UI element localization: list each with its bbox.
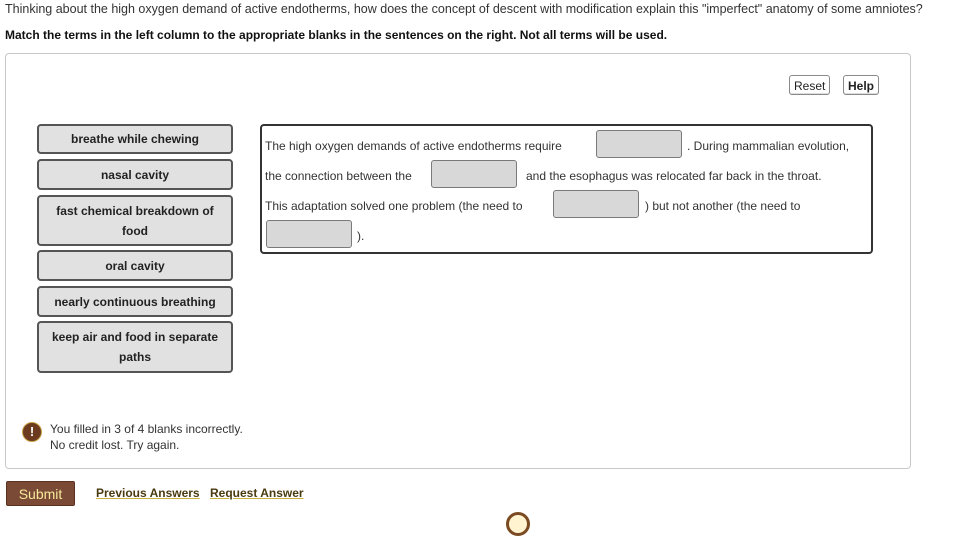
- blank-3[interactable]: [553, 190, 639, 218]
- help-button[interactable]: Help: [843, 75, 880, 95]
- previous-answers-link[interactable]: Previous Answers: [96, 486, 200, 500]
- sentence-text: and the esophagus was relocated far back…: [526, 169, 822, 183]
- blank-1[interactable]: [596, 130, 682, 158]
- sentence-text: the connection between the: [265, 169, 412, 183]
- instructions-text: Match the terms in the left column to th…: [5, 28, 668, 42]
- term-item[interactable]: fast chemical breakdown of food: [37, 195, 233, 246]
- feedback-submessage: No credit lost. Try again.: [50, 438, 180, 452]
- sentence-text: ) but not another (the need to: [645, 199, 801, 213]
- term-item[interactable]: nasal cavity: [37, 159, 233, 190]
- submit-button[interactable]: Submit: [6, 481, 75, 506]
- request-answer-link[interactable]: Request Answer: [210, 486, 304, 500]
- sentence-text: . During mammalian evolution,: [687, 139, 850, 153]
- feedback-message: You filled in 3 of 4 blanks incorrectly.: [50, 422, 243, 436]
- reset-button[interactable]: Reset: [789, 75, 831, 95]
- term-item[interactable]: nearly continuous breathing: [37, 286, 233, 317]
- term-item[interactable]: breathe while chewing: [37, 124, 233, 154]
- blank-2[interactable]: [431, 160, 517, 188]
- sentence-text: ).: [357, 229, 365, 243]
- exclamation-icon: !: [22, 422, 42, 442]
- sentence-text: The high oxygen demands of active endoth…: [265, 139, 562, 153]
- term-item[interactable]: oral cavity: [37, 250, 233, 281]
- blank-4[interactable]: [266, 220, 352, 248]
- question-text: Thinking about the high oxygen demand of…: [5, 2, 923, 16]
- sentence-text: This adaptation solved one problem (the …: [265, 199, 523, 213]
- feedback-circle-icon: [506, 512, 530, 536]
- term-item[interactable]: keep air and food in separate paths: [37, 321, 233, 373]
